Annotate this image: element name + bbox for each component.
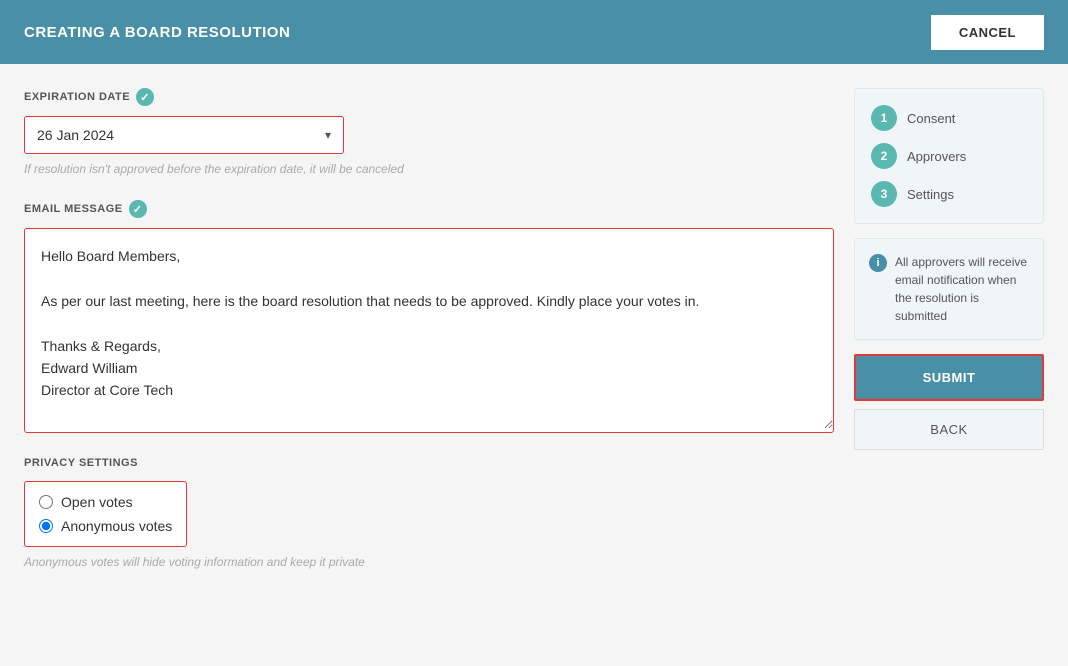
step-1-number: 1 [871,105,897,131]
back-button[interactable]: BACK [854,409,1044,450]
main-layout: EXPIRATION DATE ✓ 26 Jan 2024 ▾ If resol… [0,64,1068,617]
step-3-label: Settings [907,187,954,202]
date-select-wrapper[interactable]: 26 Jan 2024 ▾ [24,116,344,154]
open-votes-option[interactable]: Open votes [39,494,172,510]
info-icon: i [869,254,887,272]
open-votes-radio[interactable] [39,495,53,509]
submit-button[interactable]: SUBMIT [854,354,1044,401]
privacy-settings-label: PRIVACY SETTINGS [24,457,834,469]
step-2-item: 2 Approvers [871,143,1027,169]
email-textarea-wrapper: Hello Board Members, As per our last mee… [24,228,834,433]
page-header: CREATING A BOARD RESOLUTION CANCEL [0,0,1068,64]
expiration-hint: If resolution isn't approved before the … [24,162,834,176]
email-message-label: EMAIL MESSAGE ✓ [24,200,834,218]
left-content: EXPIRATION DATE ✓ 26 Jan 2024 ▾ If resol… [24,88,834,593]
steps-card: 1 Consent 2 Approvers 3 Settings [854,88,1044,224]
step-3-number: 3 [871,181,897,207]
step-2-number: 2 [871,143,897,169]
open-votes-label: Open votes [61,494,133,510]
email-textarea[interactable]: Hello Board Members, As per our last mee… [25,229,833,429]
info-card: i All approvers will receive email notif… [854,238,1044,340]
step-3-item: 3 Settings [871,181,1027,207]
anonymous-votes-radio[interactable] [39,519,53,533]
email-check-icon: ✓ [129,200,147,218]
expiration-check-icon: ✓ [136,88,154,106]
cancel-button[interactable]: CANCEL [931,15,1044,50]
privacy-options-wrapper: Open votes Anonymous votes [24,481,187,547]
dropdown-arrow-icon: ▾ [325,128,343,142]
date-select[interactable]: 26 Jan 2024 [25,117,325,153]
anonymous-votes-option[interactable]: Anonymous votes [39,518,172,534]
privacy-hint: Anonymous votes will hide voting informa… [24,555,834,569]
anonymous-votes-label: Anonymous votes [61,518,172,534]
right-sidebar: 1 Consent 2 Approvers 3 Settings i All a… [854,88,1044,593]
expiration-date-label: EXPIRATION DATE ✓ [24,88,834,106]
page-title: CREATING A BOARD RESOLUTION [24,24,290,41]
step-2-label: Approvers [907,149,966,164]
info-card-text: All approvers will receive email notific… [895,253,1029,325]
step-1-item: 1 Consent [871,105,1027,131]
step-1-label: Consent [907,111,955,126]
